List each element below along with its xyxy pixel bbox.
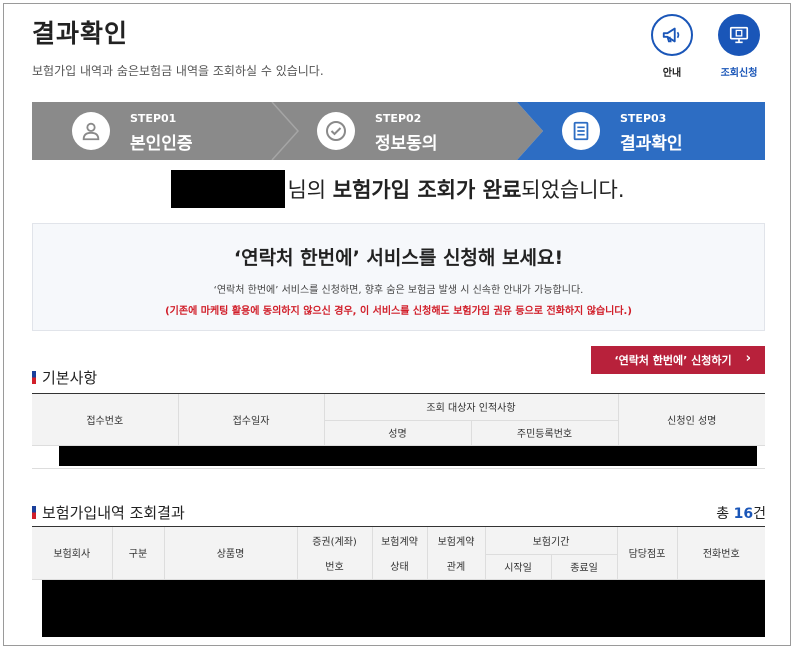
section-marker [32, 371, 36, 384]
step-1-number: STEP01 [130, 112, 177, 125]
completion-part2: 되었습니다. [521, 178, 625, 202]
step-2-name: 정보동의 [375, 134, 438, 154]
step-1-name: 본인인증 [130, 134, 193, 154]
basic-table-bottomline [32, 468, 765, 469]
promo-box: ‘연락처 한번에’ 서비스를 신청해 보세요! ‘연락처 한번에’ 서비스를 신… [32, 223, 765, 331]
promo-description: ‘연락처 한번에’ 서비스를 신청하면, 향후 숨은 보험금 발생 시 신속한 … [213, 285, 584, 296]
monitor-icon [718, 14, 760, 56]
page-subtitle: 보험가입 내역과 숨은보험금 내역을 조회하실 수 있습니다. [32, 64, 324, 78]
col-receipt-no: 접수번호 [32, 394, 178, 446]
col-target-group: 조회 대상자 인적사항 [323, 394, 619, 421]
step-2: STEP02 정보동의 [277, 102, 522, 160]
col-start-date: 시작일 [484, 554, 551, 580]
chevron-right-icon: › [745, 351, 751, 366]
col-status-line2: 상태 [390, 561, 409, 573]
col-policy-no-line1: 증권(계좌) [312, 536, 357, 548]
redacted-basic-row [59, 446, 757, 466]
col-receipt-date: 접수일자 [177, 394, 324, 446]
step-3: STEP03 결과확인 [522, 102, 765, 160]
col-period: 보험기간 [484, 527, 617, 555]
megaphone-icon [651, 14, 693, 56]
col-company: 보험회사 [32, 527, 112, 580]
document-icon [562, 112, 600, 150]
col-name: 성명 [323, 420, 471, 446]
completion-bold: 보험가입 조회가 완료 [332, 178, 522, 202]
step-2-number: STEP02 [375, 112, 422, 125]
promo-headline: ‘연락처 한번에’ 서비스를 신청해 보세요! [233, 247, 564, 269]
contact-apply-button[interactable]: ‘연락처 한번에’ 신청하기 › [591, 346, 765, 374]
inquiry-request-label: 조회신청 [720, 68, 758, 79]
result-section-heading: 보험가입내역 조회결과 [32, 502, 185, 523]
step-progress-bar: STEP01 본인인증 STEP02 정보동의 STEP03 결과확인 [32, 102, 765, 160]
step-3-name: 결과확인 [620, 134, 683, 154]
col-policy-no: 증권(계좌) 번호 [296, 527, 372, 580]
col-end-date: 종료일 [550, 554, 617, 580]
completion-part1: 님의 [287, 178, 333, 202]
page-title: 결과확인 [32, 19, 129, 48]
redacted-result-rows [42, 580, 765, 637]
redacted-name [171, 170, 286, 208]
basic-section-heading: 기본사항 [32, 367, 97, 388]
completion-message: 님의 보험가입 조회가 완료되었습니다. [0, 170, 796, 210]
col-branch: 담당점포 [616, 527, 677, 580]
person-icon [72, 112, 110, 150]
basic-section-title: 기본사항 [42, 369, 98, 387]
col-status-line1: 보험계약 [381, 536, 418, 548]
insurance-result-table: 보험회사 구분 상품명 증권(계좌) 번호 보험계약 상태 보험계약 관계 보험기간 … [32, 527, 765, 580]
col-resident-no: 주민등록번호 [470, 420, 619, 446]
inquiry-request-button[interactable]: 조회신청 [716, 14, 762, 79]
col-category: 구분 [111, 527, 164, 580]
col-contract-status: 보험계약상태 [371, 527, 427, 580]
col-policy-no-line2: 번호 [325, 561, 344, 573]
guide-button[interactable]: 안내 [649, 14, 695, 79]
col-phone: 전화번호 [676, 527, 765, 580]
step-1: STEP01 본인인증 [32, 102, 277, 160]
result-total-count: 총 16건 [716, 503, 766, 523]
col-product: 상품명 [163, 527, 297, 580]
contact-apply-label: ‘연락처 한번에’ 신청하기 [614, 354, 732, 367]
basic-info-table: 접수번호 접수일자 조회 대상자 인적사항 신청인 성명 성명 주민등록번호 [32, 394, 766, 446]
result-section-title: 보험가입내역 조회결과 [42, 504, 185, 522]
col-contract-relation: 보험계약관계 [426, 527, 485, 580]
section-marker [32, 506, 36, 519]
total-number: 16 [733, 506, 754, 522]
col-relation-line2: 관계 [446, 561, 466, 573]
col-applicant: 신청인 성명 [617, 394, 766, 446]
step-3-number: STEP03 [620, 112, 667, 125]
check-icon [317, 112, 355, 150]
promo-warning: (기존에 마케팅 활용에 동의하지 않으신 경우, 이 서비스를 신청해도 보험… [165, 306, 632, 317]
total-suffix: 건 [753, 506, 766, 522]
col-relation-line1: 보험계약 [437, 536, 475, 548]
total-prefix: 총 [716, 506, 734, 522]
guide-button-label: 안내 [662, 68, 682, 79]
